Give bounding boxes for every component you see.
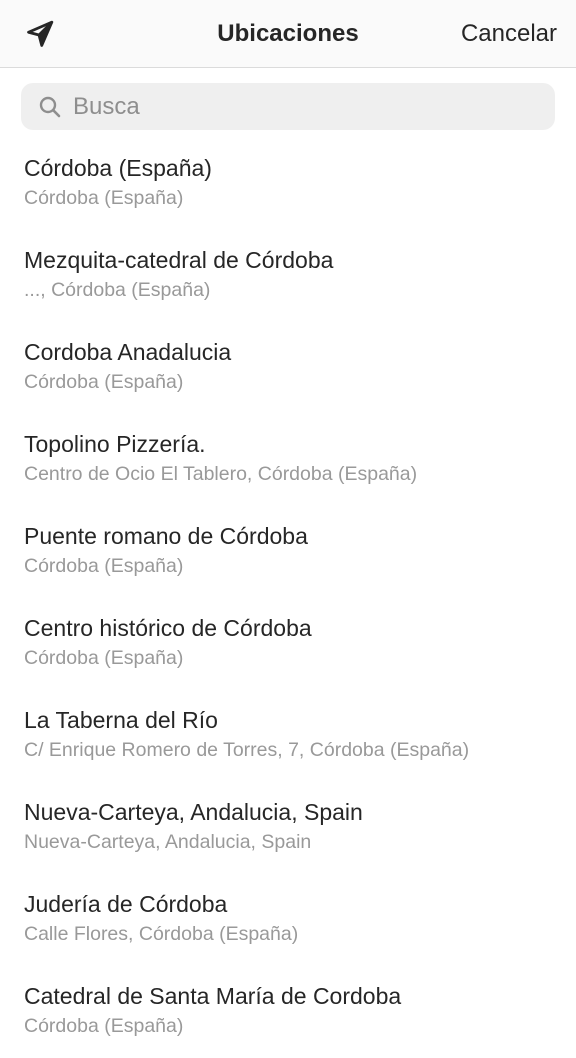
location-subtitle: C/ Enrique Romero de Torres, 7, Córdoba … bbox=[24, 739, 470, 761]
location-subtitle: Córdoba (España) bbox=[24, 647, 184, 669]
location-subtitle: Calle Flores, Córdoba (España) bbox=[24, 923, 299, 945]
location-name: Puente romano de Córdoba bbox=[24, 523, 308, 549]
location-subtitle: Centro de Ocio El Tablero, Córdoba (Espa… bbox=[24, 463, 418, 485]
list-item[interactable]: Topolino Pizzería. Centro de Ocio El Tab… bbox=[0, 414, 576, 506]
list-item[interactable]: Cordoba Anadalucia Córdoba (España) bbox=[0, 322, 576, 414]
list-item[interactable]: Córdoba (España) Córdoba (España) bbox=[0, 138, 576, 230]
search-bar[interactable] bbox=[21, 83, 555, 130]
location-subtitle: Nueva-Carteya, Andalucia, Spain bbox=[24, 831, 312, 853]
location-list: Córdoba (España) Córdoba (España) Mezqui… bbox=[0, 138, 576, 1058]
location-subtitle: Córdoba (España) bbox=[24, 1015, 184, 1037]
location-subtitle: ..., Córdoba (España) bbox=[24, 279, 211, 301]
list-item[interactable]: Nueva-Carteya, Andalucia, Spain Nueva-Ca… bbox=[0, 782, 576, 874]
location-name: La Taberna del Río bbox=[24, 707, 218, 733]
list-item[interactable]: Puente romano de Córdoba Córdoba (España… bbox=[0, 506, 576, 598]
search-icon bbox=[37, 94, 63, 120]
location-subtitle: Córdoba (España) bbox=[24, 187, 184, 209]
list-item[interactable]: Mezquita-catedral de Córdoba ..., Córdob… bbox=[0, 230, 576, 322]
location-name: Nueva-Carteya, Andalucia, Spain bbox=[24, 799, 363, 825]
location-name: Topolino Pizzería. bbox=[24, 431, 206, 457]
location-name: Córdoba (España) bbox=[24, 155, 212, 181]
cancel-button[interactable]: Cancelar bbox=[461, 0, 557, 68]
location-arrow-icon[interactable] bbox=[20, 14, 60, 54]
list-item[interactable]: Centro histórico de Córdoba Córdoba (Esp… bbox=[0, 598, 576, 690]
location-subtitle: Córdoba (España) bbox=[24, 371, 184, 393]
list-item[interactable]: La Taberna del Río C/ Enrique Romero de … bbox=[0, 690, 576, 782]
location-name: Mezquita-catedral de Córdoba bbox=[24, 247, 334, 273]
header-bar: Ubicaciones Cancelar bbox=[0, 0, 576, 68]
location-name: Centro histórico de Córdoba bbox=[24, 615, 312, 641]
location-name: Catedral de Santa María de Cordoba bbox=[24, 983, 402, 1009]
list-item[interactable]: Judería de Córdoba Calle Flores, Córdoba… bbox=[0, 874, 576, 966]
location-name: Judería de Córdoba bbox=[24, 891, 228, 917]
search-input[interactable] bbox=[73, 92, 533, 121]
location-name: Cordoba Anadalucia bbox=[24, 339, 232, 365]
location-subtitle: Córdoba (España) bbox=[24, 555, 184, 577]
list-item[interactable]: Catedral de Santa María de Cordoba Córdo… bbox=[0, 966, 576, 1058]
